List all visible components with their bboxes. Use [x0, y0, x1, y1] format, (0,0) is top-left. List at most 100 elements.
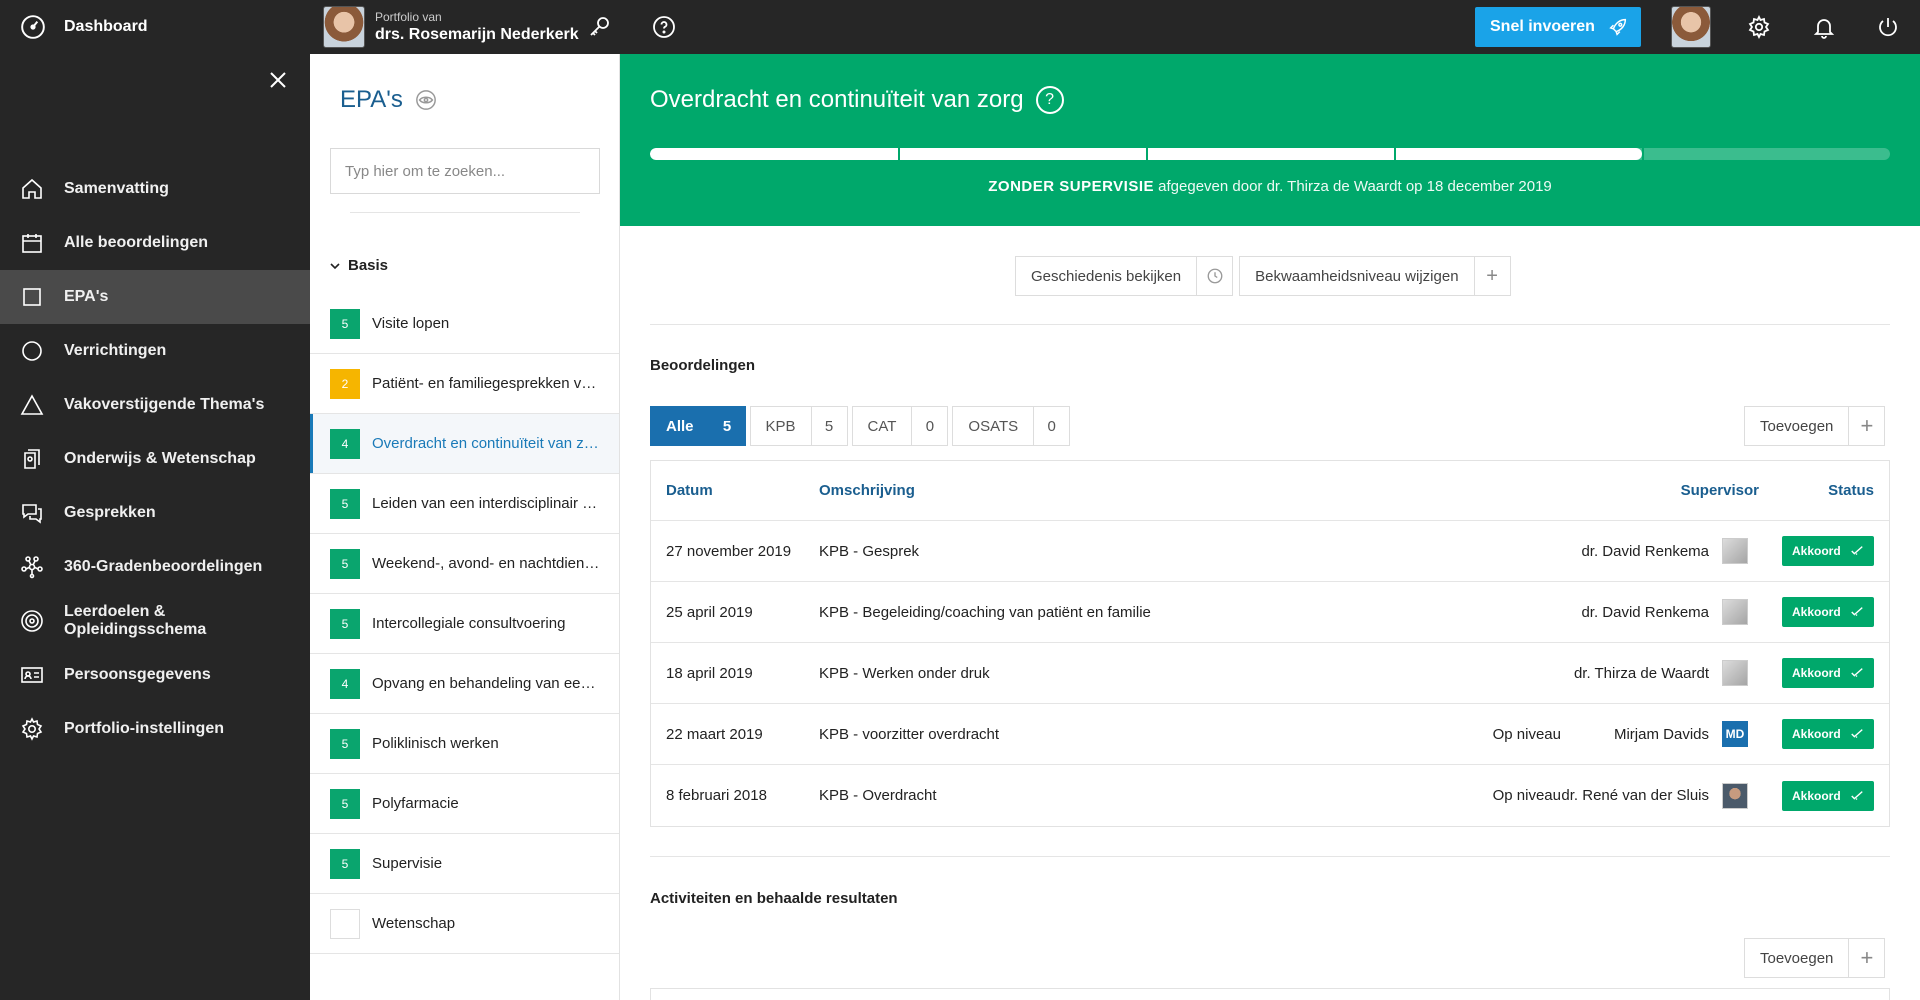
sidebar-item-label: 360-Gradenbeoordelingen — [64, 558, 263, 575]
dashboard-link[interactable]: Dashboard — [20, 0, 148, 54]
sidebar-item-alle-beoordelingen[interactable]: Alle beoordelingen — [0, 216, 310, 270]
status-badge[interactable]: Akkoord — [1782, 536, 1874, 566]
bell-icon[interactable] — [1810, 13, 1838, 41]
epa-item-supervisie[interactable]: 5 Supervisie — [310, 834, 619, 894]
status-badge[interactable]: Akkoord — [1782, 719, 1874, 749]
epa-item-consultvoering[interactable]: 5 Intercollegiale consultvoering — [310, 594, 619, 654]
sidebar-item-verrichtingen[interactable]: Verrichtingen — [0, 324, 310, 378]
portfolio-of-label: Portfolio van — [375, 10, 442, 24]
sidebar-item-label: Verrichtingen — [64, 342, 167, 359]
status-badge[interactable]: Akkoord — [1782, 780, 1874, 811]
triangle-icon — [20, 394, 44, 415]
epa-item-wetenschap[interactable]: Wetenschap — [310, 894, 619, 954]
key-icon[interactable] — [585, 13, 613, 41]
header-actions: Geschiedenis bekijken Bekwaamheidsniveau… — [1015, 256, 1511, 296]
table-row[interactable]: 25 april 2019 KPB - Begeleiding/coaching… — [651, 582, 1889, 643]
column-header-description[interactable]: Omschrijving — [819, 461, 915, 520]
sidebar-item-gesprekken[interactable]: Gesprekken — [0, 486, 310, 540]
divider — [650, 324, 1890, 325]
sidebar-item-360-graden[interactable]: 360-Gradenbeoordelingen — [0, 540, 310, 594]
filter-kpb[interactable]: KPB 5 — [749, 406, 848, 446]
epa-search-input[interactable] — [330, 148, 600, 194]
table-row[interactable]: 8 februari 2018 KPB - Overdracht Op nive… — [651, 765, 1889, 826]
table-row[interactable]: 22 maart 2019 KPB - voorzitter overdrach… — [651, 704, 1889, 765]
user-avatar[interactable] — [1671, 6, 1711, 48]
history-button[interactable]: Geschiedenis bekijken — [1015, 256, 1234, 296]
column-header-status[interactable]: Status — [1828, 461, 1874, 520]
epa-item-patientgesprekken[interactable]: 2 Patiënt- en familiegesprekken voeren — [310, 354, 619, 414]
filter-label: OSATS — [968, 417, 1019, 435]
calendar-icon — [22, 234, 42, 253]
epa-item-label: Wetenschap — [372, 915, 456, 932]
status-badge[interactable]: Akkoord — [1782, 597, 1874, 627]
sidebar-item-onderwijs-wetenschap[interactable]: Onderwijs & Wetenschap — [0, 432, 310, 486]
column-header-date[interactable]: Datum — [666, 461, 713, 520]
sidebar-item-label: Vakoverstijgende Thema's — [64, 396, 265, 413]
sidebar-item-label: Persoonsgegevens — [64, 666, 211, 683]
sidebar: Samenvatting Alle beoordelingen EPA's Ve… — [0, 54, 310, 1000]
row-description: KPB - Gesprek — [819, 542, 920, 560]
add-label: Toevoegen — [1760, 949, 1834, 967]
dashboard-label: Dashboard — [64, 18, 148, 35]
epa-item-label: Overdracht en continuïteit van zorg — [372, 435, 602, 452]
sidebar-item-epas[interactable]: EPA's — [0, 270, 310, 324]
question-icon[interactable]: ? — [1035, 86, 1064, 114]
sidebar-item-persoonsgegevens[interactable]: Persoonsgegevens — [0, 648, 310, 702]
owner-avatar — [323, 6, 365, 48]
status-badge[interactable]: Akkoord — [1782, 658, 1874, 688]
epa-level-badge: 5 — [330, 728, 360, 759]
epa-item-polyfarmacie[interactable]: 5 Polyfarmacie — [310, 774, 619, 834]
sidebar-item-label: Onderwijs & Wetenschap — [64, 450, 256, 467]
epa-header: Overdracht en continuïteit van zorg ? ZO… — [620, 54, 1920, 226]
epa-level-badge: 5 — [330, 788, 360, 819]
plus-icon: + — [1473, 257, 1510, 295]
close-icon[interactable] — [268, 70, 288, 90]
epa-item-overdracht[interactable]: 4 Overdracht en continuïteit van zorg — [310, 414, 619, 474]
row-date: 18 april 2019 — [666, 664, 753, 682]
sidebar-item-leerdoelen[interactable]: Leerdoelen & Opleidingsschema — [0, 594, 310, 648]
epa-item-diensten[interactable]: 5 Weekend-, avond- en nachtdiensten — [310, 534, 619, 594]
row-level: Op niveau — [1492, 725, 1561, 743]
divider — [350, 212, 580, 213]
sidebar-item-portfolio-instellingen[interactable]: Portfolio-instellingen — [0, 702, 310, 756]
filter-cat[interactable]: CAT 0 — [851, 406, 949, 446]
epa-item-visite-lopen[interactable]: 5 Visite lopen — [310, 294, 619, 354]
change-level-label: Bekwaamheidsniveau wijzigen — [1255, 267, 1459, 285]
double-check-icon — [1851, 668, 1863, 677]
sidebar-nav: Samenvatting Alle beoordelingen EPA's Ve… — [0, 162, 310, 756]
supervisor-initials: MD — [1722, 721, 1748, 747]
column-header-supervisor[interactable]: Supervisor — [1681, 461, 1759, 520]
status-label: Akkoord — [1792, 605, 1841, 619]
epa-item-label: Opvang en behandeling van een acuut ziek… — [372, 675, 602, 692]
epa-item-opvang[interactable]: 4 Opvang en behandeling van een acuut zi… — [310, 654, 619, 714]
change-level-button[interactable]: Bekwaamheidsniveau wijzigen + — [1239, 256, 1511, 296]
settings-gear-icon[interactable] — [1745, 13, 1773, 41]
epa-level-badge — [330, 908, 360, 939]
sidebar-item-samenvatting[interactable]: Samenvatting — [0, 162, 310, 216]
filter-count: 0 — [911, 407, 947, 445]
level-label: ZONDER SUPERVISIE — [988, 178, 1154, 195]
status-label: Akkoord — [1792, 727, 1841, 741]
table-row[interactable]: 27 november 2019 KPB - Gesprek dr. David… — [651, 521, 1889, 582]
plus-icon: + — [1848, 939, 1884, 977]
filter-alle[interactable]: Alle 5 — [650, 406, 746, 446]
quick-entry-button[interactable]: Snel invoeren — [1475, 7, 1641, 47]
sidebar-item-vakoverstijgende-themas[interactable]: Vakoverstijgende Thema's — [0, 378, 310, 432]
help-icon[interactable] — [650, 13, 678, 41]
power-icon[interactable] — [1874, 13, 1902, 41]
group-toggle-basis[interactable]: Basis — [330, 257, 388, 274]
epa-item-label: Visite lopen — [372, 315, 450, 332]
status-label: Akkoord — [1792, 788, 1841, 803]
epa-item-poliklinisch[interactable]: 5 Poliklinisch werken — [310, 714, 619, 774]
double-check-icon — [1851, 546, 1863, 555]
eye-icon[interactable] — [415, 89, 437, 111]
row-level: Op niveau — [1492, 787, 1561, 804]
table-header: Datum Omschrijving Supervisor Status — [651, 461, 1889, 521]
portfolio-owner[interactable]: Portfolio van drs. Rosemarijn Nederkerk — [323, 6, 579, 48]
epa-title-text: EPA's — [340, 86, 403, 113]
table-row[interactable]: 18 april 2019 KPB - Werken onder druk dr… — [651, 643, 1889, 704]
epa-item-interdisciplinair[interactable]: 5 Leiden van een interdisciplinair overl… — [310, 474, 619, 534]
add-activity-button[interactable]: Toevoegen + — [1744, 938, 1886, 978]
add-assessment-button[interactable]: Toevoegen + — [1744, 406, 1886, 446]
filter-osats[interactable]: OSATS 0 — [952, 406, 1071, 446]
